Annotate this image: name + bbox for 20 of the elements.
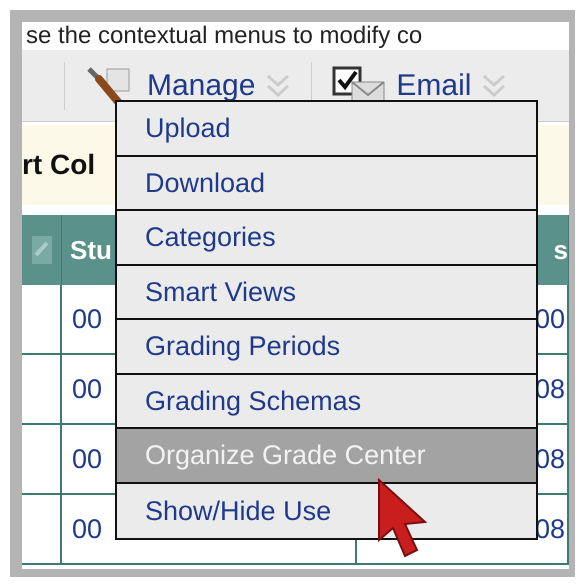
table-cell-text: 00 bbox=[72, 512, 102, 546]
chevron-down-icon bbox=[265, 72, 292, 98]
menu-item[interactable]: Download bbox=[117, 156, 536, 211]
chevron-down-icon bbox=[481, 72, 508, 98]
instruction-text: se the contextual menus to modify co bbox=[25, 22, 424, 50]
menu-item[interactable]: Show/Hide Use bbox=[117, 484, 536, 538]
table-cell-text: 00 bbox=[72, 442, 102, 476]
menu-label: Manage bbox=[147, 68, 256, 104]
manage-menu-button[interactable]: Manage bbox=[65, 63, 312, 108]
column-header[interactable]: s bbox=[546, 230, 568, 270]
checkbox-icon[interactable] bbox=[30, 235, 52, 265]
column-header[interactable]: Stu bbox=[62, 230, 112, 270]
menu-label: Email bbox=[396, 68, 472, 104]
table-cell-text: 00 bbox=[72, 302, 102, 336]
table-cell-text: 00 bbox=[72, 372, 102, 406]
menu-item[interactable]: Categories bbox=[117, 211, 536, 266]
banner-title: rt Col bbox=[22, 148, 96, 182]
menu-item[interactable]: Upload bbox=[117, 102, 536, 156]
menu-item[interactable]: Grading Periods bbox=[117, 320, 536, 374]
menu-item[interactable]: Smart Views bbox=[117, 266, 536, 320]
